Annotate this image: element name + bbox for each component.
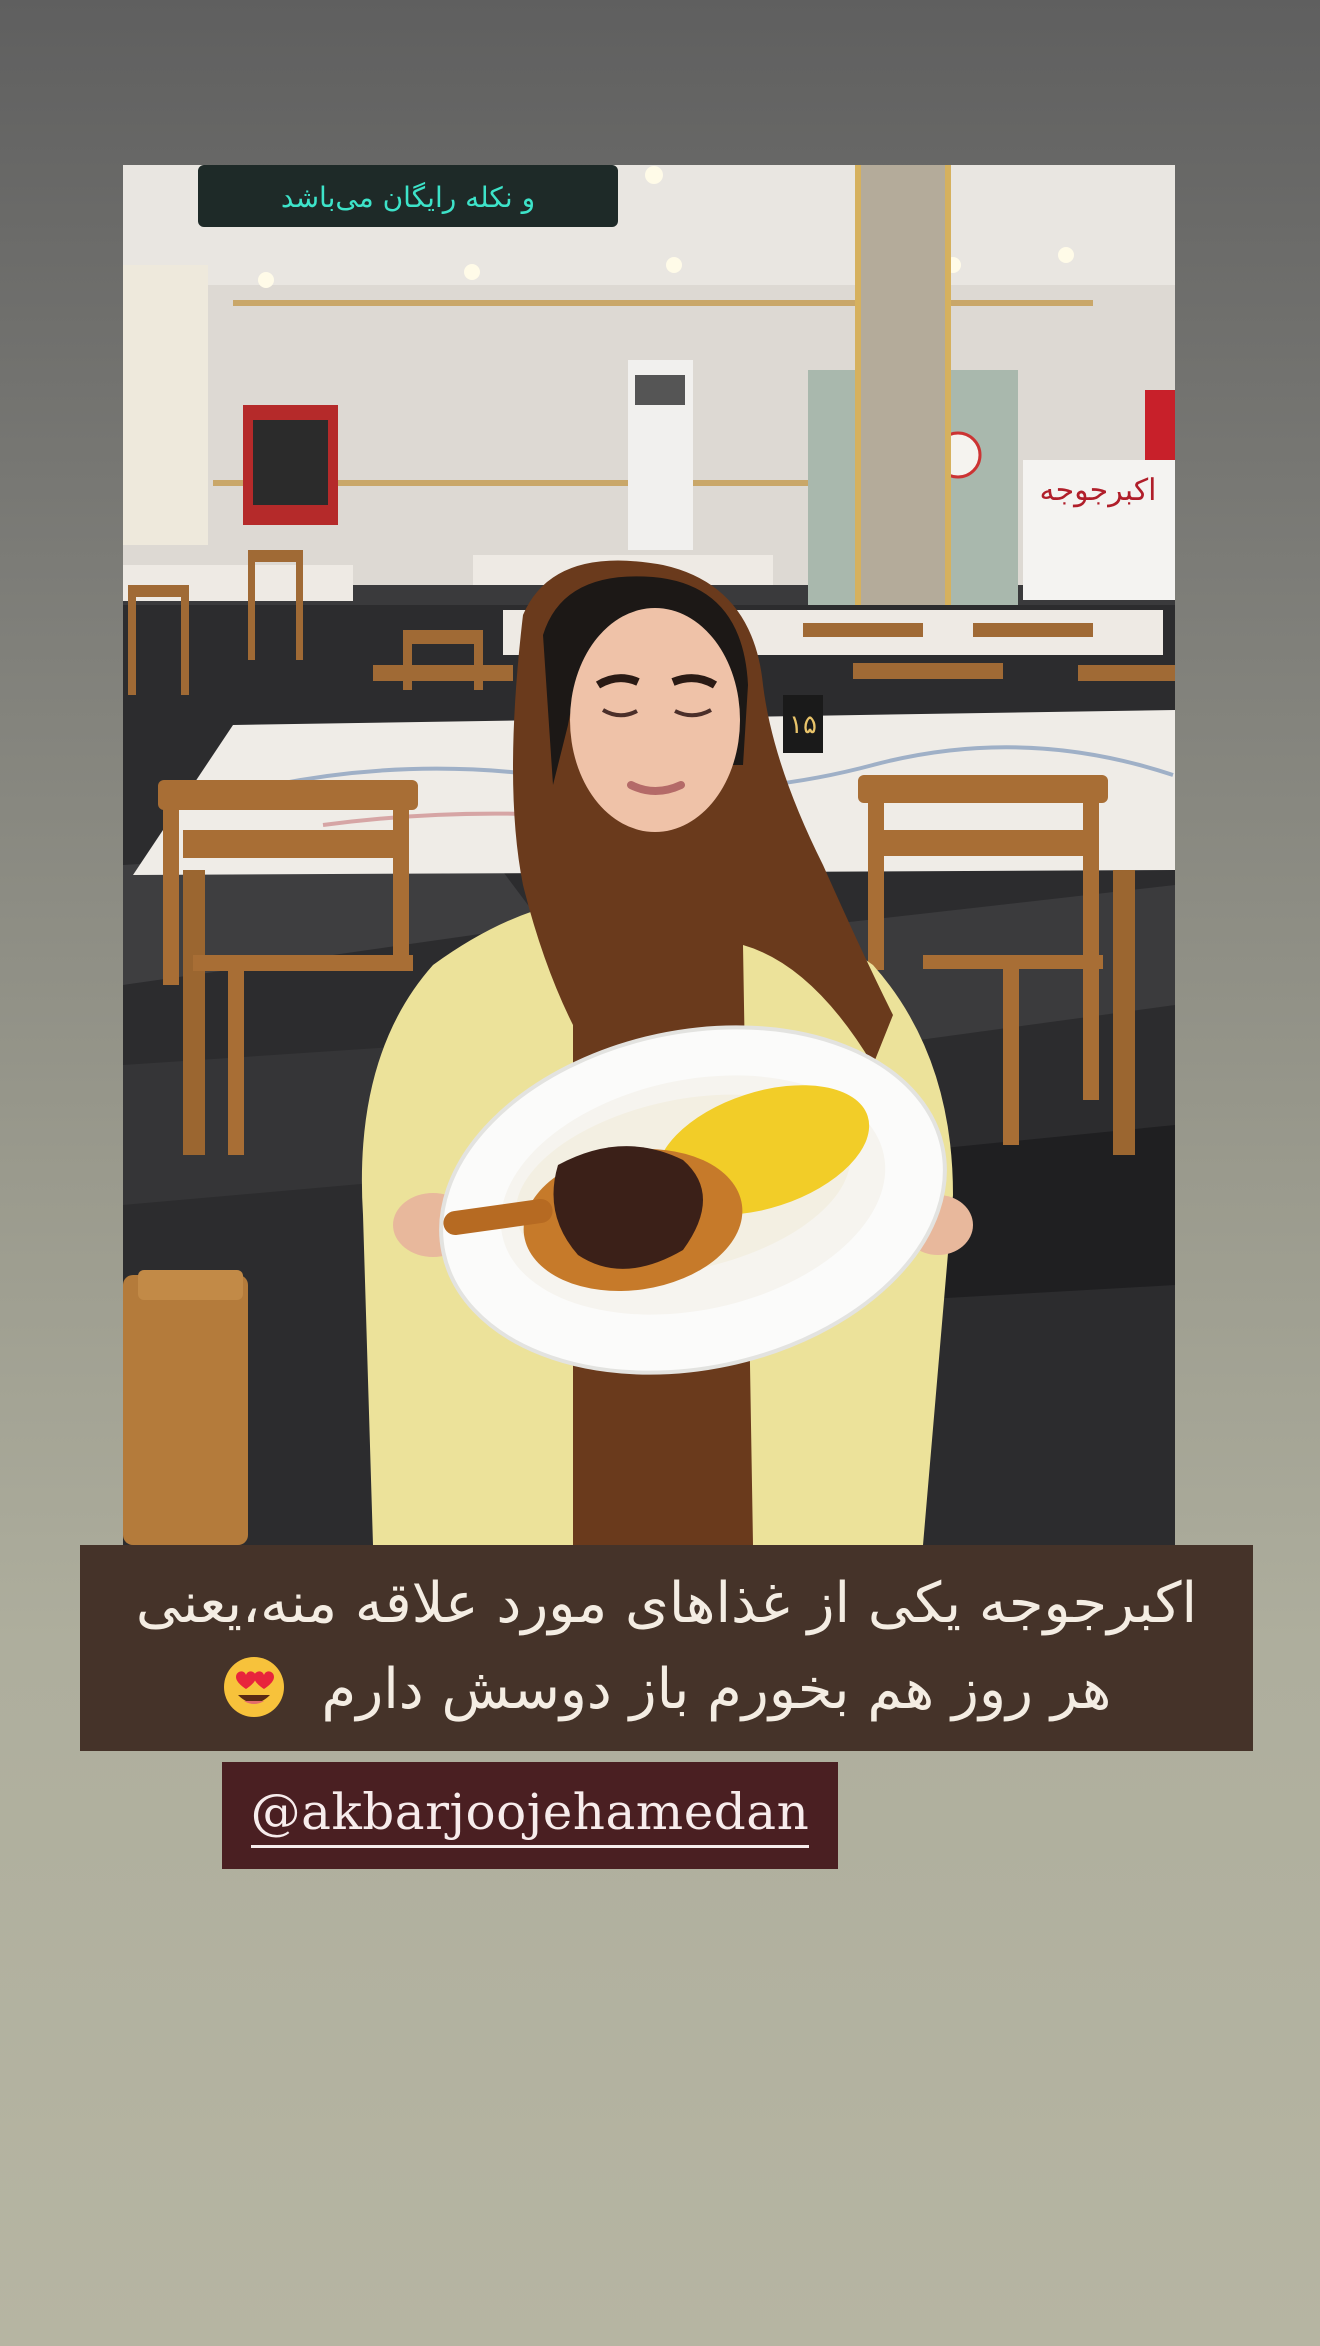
mention-sticker[interactable]: @akbarjoojehamedan [222,1762,838,1869]
mention-username[interactable]: @akbarjoojehamedan [250,1783,810,1848]
caption-line-2: هر روز هم بخورم باز دوسش دارم [80,1647,1253,1733]
wall-sign-text: اکبرجوجه [1040,473,1157,508]
story-caption: اکبرجوجه یکی از غذاهای مورد علاقه منه،یع… [80,1545,1253,1751]
table-number: ۱۵ [789,710,817,740]
heart-eyes-emoji-icon [222,1655,286,1719]
caption-line-2-text: هر روز هم بخورم باز دوسش دارم [321,1657,1112,1722]
caption-line-1: اکبرجوجه یکی از غذاهای مورد علاقه منه،یع… [135,1571,1198,1636]
story-photo: و نکله رایگان می‌باشد اکبرجوجه [123,165,1175,1545]
led-sign-text: و نکله رایگان می‌باشد [281,181,535,214]
